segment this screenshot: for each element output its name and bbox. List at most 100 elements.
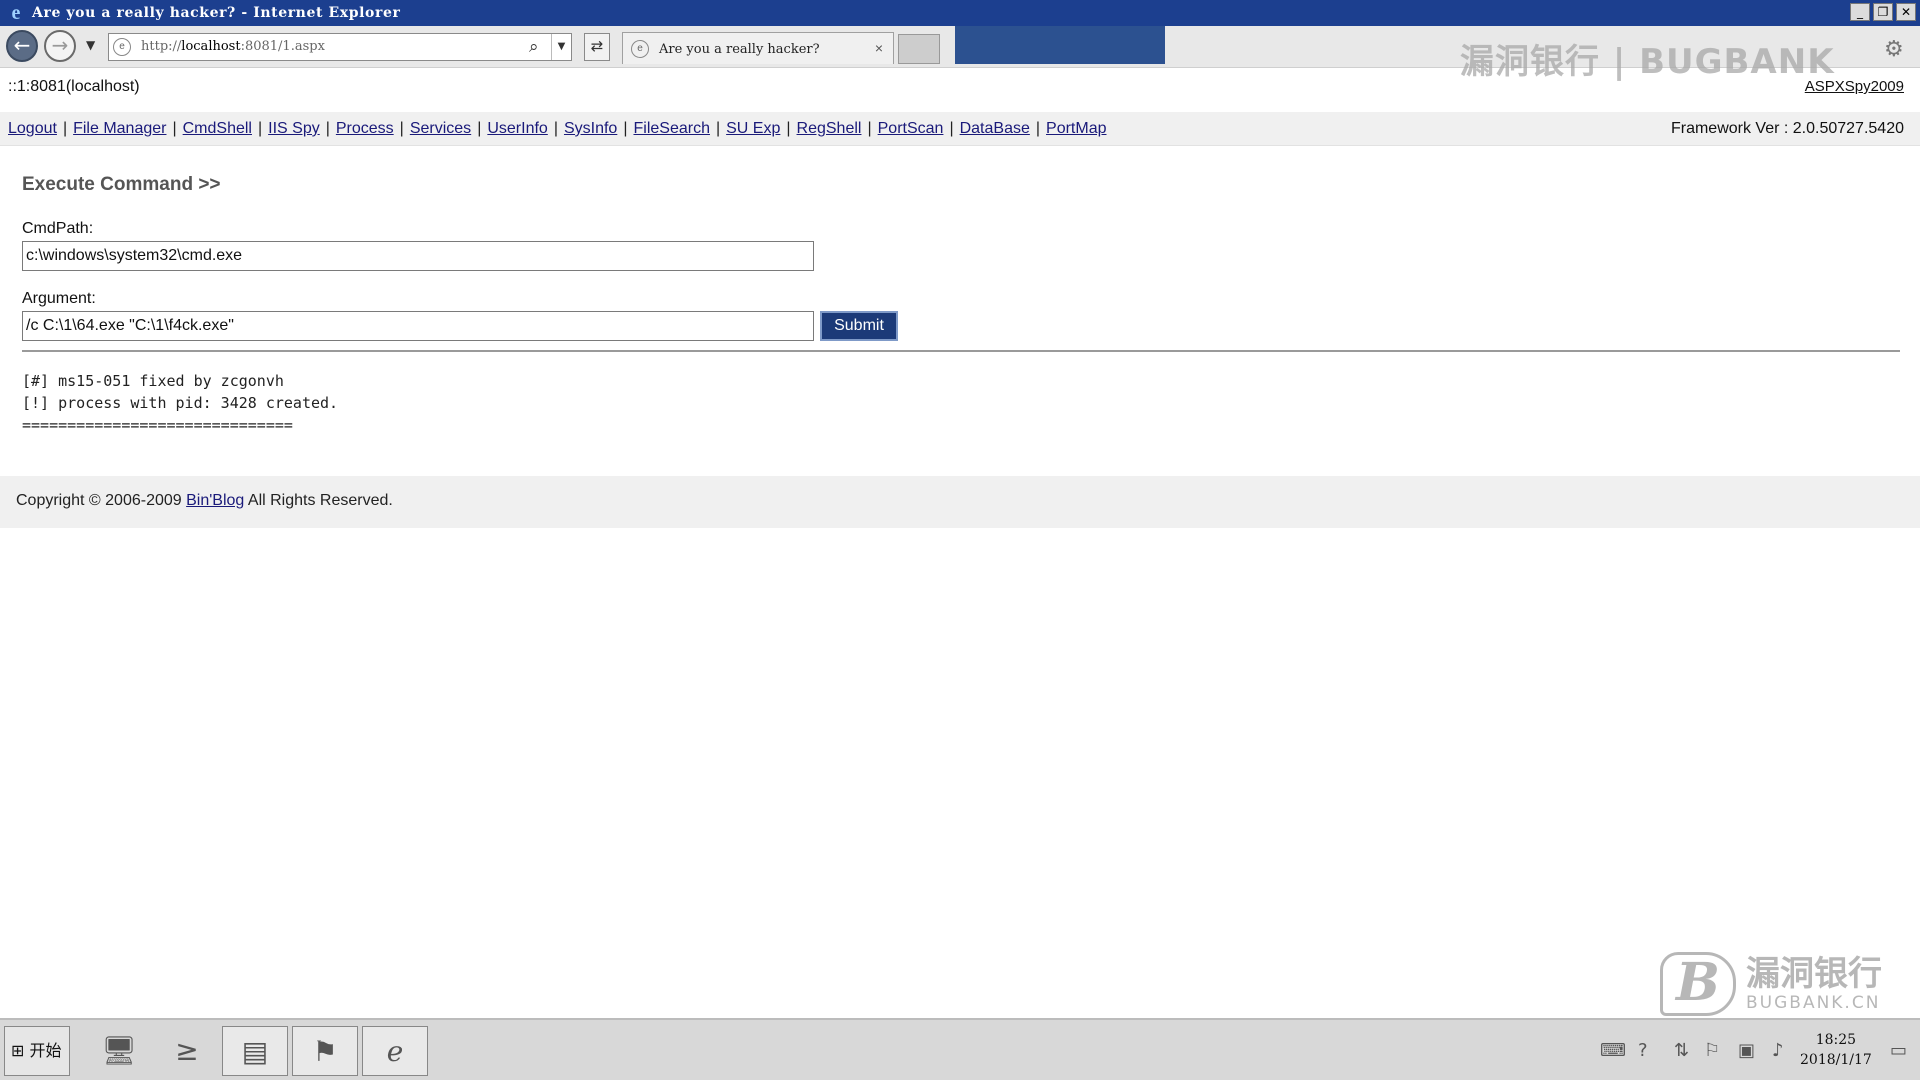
refresh-button[interactable]: ⇄ — [584, 33, 610, 61]
menu-separator: | — [399, 120, 404, 137]
show-desktop-icon[interactable]: ▭ — [1890, 1040, 1907, 1061]
menu-bar: Logout | File Manager | CmdShell | IIS Spy | Pro… — [0, 112, 1920, 146]
start-button[interactable]: ⊞ 开始 — [4, 1026, 70, 1076]
system-clock[interactable]: 18:25 2018/1/17 — [1800, 1030, 1872, 1070]
forward-button[interactable]: → — [44, 30, 76, 62]
address-bar[interactable]: e http://localhost:8081/1.aspx ⌕ ▼ — [108, 33, 572, 61]
menu-file-manager[interactable]: File Manager — [73, 120, 166, 137]
start-label: 开始 — [29, 1041, 62, 1060]
menu-sysinfo[interactable]: SysInfo — [564, 120, 617, 137]
watermark-text: 漏洞银行 BUGBANK.CN — [1746, 955, 1882, 1013]
clock-date: 2018/1/17 — [1800, 1052, 1872, 1068]
copyright-text: Copyright © 2006-2009 Bin'Blog All Right… — [16, 492, 393, 510]
titlebar-blank-area — [955, 26, 1165, 64]
output-line: ============================== — [22, 416, 293, 434]
output-line: [!] process with pid: 3428 created. — [22, 394, 339, 412]
menu-separator: | — [553, 120, 558, 137]
window-controls: _ ❐ ✕ — [1850, 3, 1916, 21]
back-button[interactable]: ← — [6, 30, 38, 62]
menu-separator: | — [257, 120, 263, 137]
internet-explorer-icon[interactable]: ℯ — [362, 1026, 428, 1076]
menu-separator: | — [172, 120, 177, 137]
menu-portmap[interactable]: PortMap — [1046, 120, 1106, 137]
menu-separator: | — [867, 120, 872, 137]
new-tab-button[interactable] — [898, 34, 940, 64]
blog-link[interactable]: Bin'Blog — [186, 492, 244, 509]
tab-close-icon[interactable]: × — [875, 40, 883, 56]
menu-separator: | — [1035, 120, 1041, 137]
gear-icon[interactable]: ⚙ — [1884, 36, 1904, 62]
powershell-icon[interactable]: ≥ — [154, 1026, 220, 1076]
menu-process[interactable]: Process — [336, 120, 394, 137]
command-output: [#] ms15-051 fixed by zcgonvh [!] process… — [22, 370, 338, 436]
version-link[interactable]: ASPXSpy2009 — [1805, 78, 1904, 95]
argument-input[interactable] — [22, 311, 814, 341]
window-titlebar: e Are you a really hacker? - Internet Ex… — [0, 0, 1920, 26]
watermark-top: 漏洞银行 | BUGBANK — [1460, 42, 1835, 82]
url-rest: :8081/1.aspx — [240, 39, 325, 54]
windows-logo-icon: ⊞ — [11, 1041, 25, 1060]
watermark-en: BUGBANK.CN — [1746, 993, 1881, 1013]
window-title: Are you a really hacker? - Internet Expl… — [32, 5, 401, 21]
network-app-icon[interactable]: ⚑ — [292, 1026, 358, 1076]
menu-separator: | — [62, 120, 68, 137]
framework-version: Framework Ver : 2.0.50727.5420 — [1670, 120, 1904, 137]
volume-icon[interactable]: ♪ — [1772, 1040, 1784, 1061]
cmdpath-input[interactable] — [22, 241, 814, 271]
menu-separator: | — [786, 120, 791, 137]
bugbank-logo-icon: B — [1660, 952, 1736, 1016]
page-icon: e — [113, 38, 131, 56]
url-prefix: http:// — [141, 39, 182, 54]
menu-separator: | — [623, 120, 628, 137]
url-host: localhost — [181, 39, 241, 54]
menu-database[interactable]: DataBase — [960, 120, 1030, 137]
menu-regshell[interactable]: RegShell — [797, 120, 862, 137]
search-icon[interactable]: ⌕ — [529, 37, 539, 57]
menu-cmdshell[interactable]: CmdShell — [183, 120, 252, 137]
menu-userinfo[interactable]: UserInfo — [487, 120, 547, 137]
tab-page-icon: e — [631, 40, 649, 58]
watermark-cn: 漏洞银行 — [1746, 954, 1882, 994]
keyboard-icon[interactable]: ⌨ — [1600, 1040, 1626, 1061]
watermark-logo: B 漏洞银行 BUGBANK.CN — [1660, 952, 1882, 1016]
tab-title: Are you a really hacker? — [659, 42, 820, 57]
flag-icon[interactable]: ⚐ — [1704, 1040, 1720, 1061]
menu-separator: | — [715, 120, 721, 137]
menu-separator: | — [325, 120, 330, 137]
section-title: Execute Command >> — [22, 174, 221, 195]
history-dropdown-icon[interactable]: ▼ — [86, 38, 95, 52]
restore-button[interactable]: ❐ — [1873, 3, 1893, 21]
server-manager-icon[interactable]: 🖥 — [86, 1026, 152, 1076]
menu-logout[interactable]: Logout — [8, 120, 57, 137]
network-icon[interactable]: ▣ — [1738, 1040, 1755, 1061]
explorer-folder-icon[interactable]: ▤ — [222, 1026, 288, 1076]
divider — [22, 350, 1900, 352]
menu-filesearch[interactable]: FileSearch — [633, 120, 709, 137]
taskbar: ⊞ 开始 🖥 ≥ ▤ ⚑ ℯ ⌨ ? ⇅ ⚐ ▣ ♪ 18:25 2018/1/… — [0, 1018, 1920, 1080]
host-info: ::1:8081(localhost) — [8, 78, 140, 95]
cmdpath-label: CmdPath: — [22, 220, 94, 237]
submit-button[interactable]: Submit — [820, 311, 898, 341]
tray-expand-icon[interactable]: ⇅ — [1674, 1040, 1689, 1061]
minimize-button[interactable]: _ — [1850, 3, 1870, 21]
page-footer: Copyright © 2006-2009 Bin'Blog All Right… — [0, 476, 1920, 528]
menu-separator: | — [477, 120, 482, 137]
copyright-prefix: Copyright © 2006-2009 — [16, 492, 187, 509]
menu-links: Logout | File Manager | CmdShell | IIS Spy | Pro… — [8, 120, 1106, 138]
browser-tab[interactable]: e Are you a really hacker? × — [622, 32, 894, 64]
browser-navbar: ← → ▼ e http://localhost:8081/1.aspx ⌕ ▼… — [0, 26, 1920, 82]
help-icon[interactable]: ? — [1638, 1040, 1648, 1061]
url-text[interactable]: http://localhost:8081/1.aspx — [141, 39, 325, 54]
argument-label: Argument: — [22, 290, 96, 307]
output-line: [#] ms15-051 fixed by zcgonvh — [22, 372, 284, 390]
menu-services[interactable]: Services — [410, 120, 471, 137]
copyright-suffix: All Rights Reserved. — [244, 492, 393, 509]
ie-logo-icon: e — [11, 2, 21, 24]
address-dropdown-icon[interactable]: ▼ — [551, 34, 571, 60]
menu-separator: | — [949, 120, 954, 137]
close-button[interactable]: ✕ — [1896, 3, 1916, 21]
menu-portscan[interactable]: PortScan — [878, 120, 944, 137]
menu-iis-spy[interactable]: IIS Spy — [268, 120, 320, 137]
menu-su-exp[interactable]: SU Exp — [726, 120, 780, 137]
clock-time: 18:25 — [1815, 1032, 1857, 1048]
